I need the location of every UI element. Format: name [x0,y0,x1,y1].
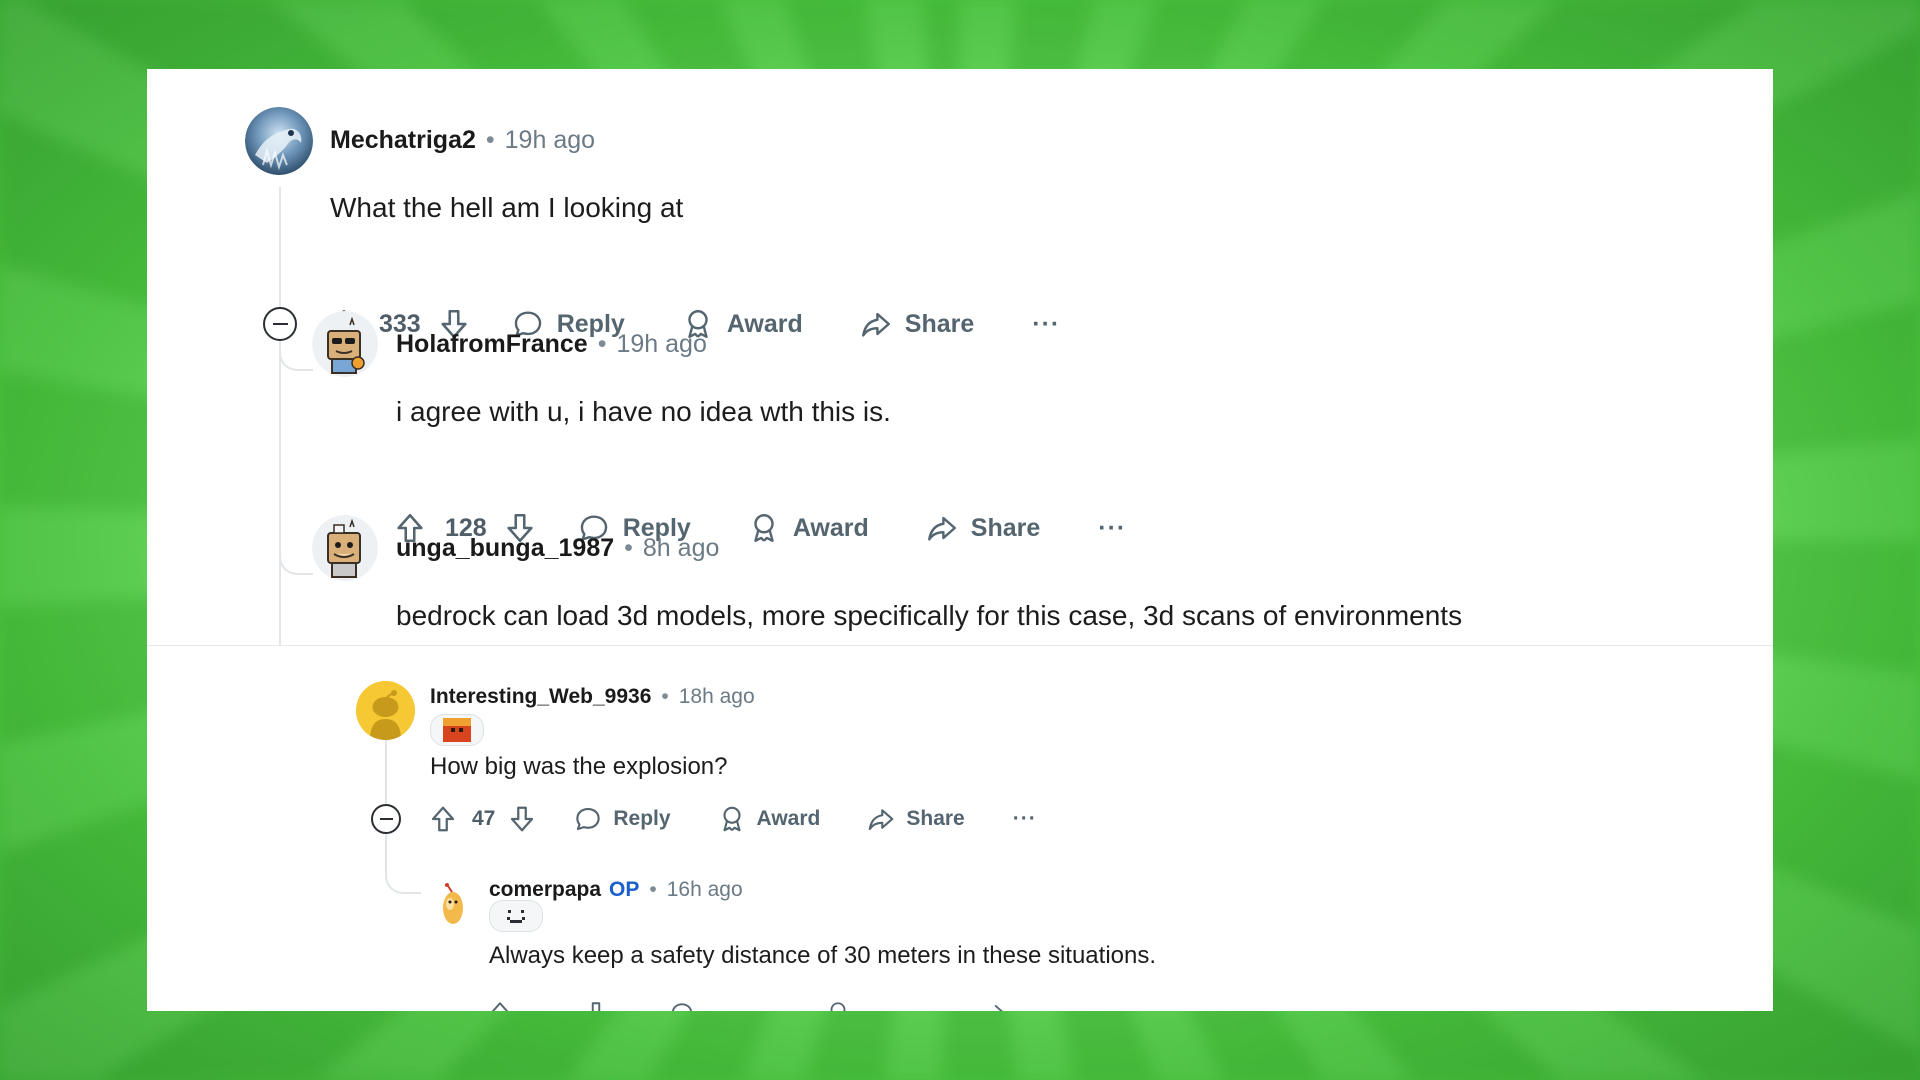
award-ribbon-icon [830,1002,846,1011]
username[interactable]: comerpapa [489,878,601,902]
downvote-arrow-icon [511,806,534,832]
op-badge: OP [609,878,640,901]
user-flair [430,714,484,746]
separator-dot: • [624,534,633,562]
award-label: Award [726,309,803,338]
dragon-avatar-icon [245,107,313,175]
box-robot-avatar-icon [312,515,378,581]
timestamp[interactable]: 19h ago [505,126,595,155]
avatar[interactable] [356,681,415,740]
share-label: Share [904,309,975,338]
separator-dot: • [661,685,669,708]
thread-line [279,187,281,645]
comment-screenshot-card: Mechatriga2 • 19h ago What the hell am I… [147,69,1773,1011]
tnt-block-icon [443,718,471,742]
award-label: Award [792,513,869,542]
avatar[interactable] [245,107,313,175]
upvote-arrow-icon [431,806,455,832]
vote-count: 47 [472,807,496,830]
downvote-button[interactable] [583,1000,609,1011]
downvote-arrow-icon [591,1002,601,1011]
comment-meta: Mechatriga2 • 19h ago [330,126,595,155]
avatar[interactable] [430,878,476,928]
reply-button[interactable]: Reply [573,804,671,834]
bean-character-avatar-icon [443,883,463,924]
share-button[interactable]: Share [859,307,974,341]
separator-dot: • [485,126,495,154]
share-button[interactable] [981,1000,1007,1011]
share-label: Share [970,513,1041,542]
downvote-button[interactable] [507,804,537,834]
comment-meta: comerpapa OP • 16h ago [489,878,743,902]
award-ribbon-icon [722,806,741,832]
comment-body: i agree with u, i have no idea wth this … [396,396,891,427]
comment-meta: Interesting_Web_9936 • 18h ago [430,685,755,709]
comment-body: How big was the explosion? [430,753,728,780]
thread-connector [279,347,313,371]
comment-body: Always keep a safety distance of 30 mete… [489,942,1157,969]
box-robot-avatar-icon [312,311,378,377]
more-options-button[interactable]: ··· [1032,310,1060,339]
comment-thread-top: Mechatriga2 • 19h ago What the hell am I… [147,69,1773,645]
timestamp[interactable]: 19h ago [616,330,706,359]
avatar[interactable] [312,515,378,581]
share-arrow-icon [927,516,956,541]
username[interactable]: Interesting_Web_9936 [430,685,651,709]
username[interactable]: unga_bunga_1987 [396,534,614,563]
upvote-button[interactable] [428,804,458,834]
separator-dot: • [597,330,607,358]
username[interactable]: Mechatriga2 [330,126,476,155]
share-arrow-icon [861,312,890,337]
avatar[interactable] [312,311,378,377]
share-button[interactable]: Share [866,804,965,834]
snoo-avatar-icon [356,681,415,740]
share-label: Share [906,807,965,830]
award-button[interactable] [825,1000,851,1011]
timestamp[interactable]: 8h ago [643,534,719,563]
award-button[interactable]: Award [717,804,821,834]
pixel-face-icon [507,910,525,923]
reply-button[interactable] [669,1000,695,1011]
upvote-arrow-icon [491,1002,509,1011]
comment-meta: unga_bunga_1987 • 8h ago [396,534,719,563]
username[interactable]: HolafromFrance [396,330,588,359]
separator-dot: • [649,878,657,901]
comment-actions-partial [487,998,1007,1011]
comment-actions: 47 Reply Award Share ··· [428,801,1037,837]
chat-bubble-icon [672,1003,692,1011]
reply-label: Reply [613,807,671,830]
share-button[interactable]: Share [925,511,1040,545]
comment-thread-bottom: Interesting_Web_9936 • 18h ago How big w… [147,646,1773,1011]
more-options-button[interactable]: ··· [1013,807,1037,831]
collapse-button[interactable] [263,307,297,341]
comment-body: What the hell am I looking at [330,192,684,223]
share-arrow-icon [994,1004,1003,1011]
comment-body: bedrock can load 3d models, more specifi… [396,600,1463,631]
user-flair [489,900,543,932]
comment-meta: HolafromFrance • 19h ago [396,330,707,359]
timestamp[interactable]: 18h ago [679,685,755,709]
award-ribbon-icon [754,514,774,542]
collapse-button[interactable] [371,804,401,834]
upvote-button[interactable] [487,1000,513,1011]
thread-connector [385,868,421,894]
thread-connector [279,551,313,575]
award-label: Award [756,807,821,830]
timestamp[interactable]: 16h ago [667,878,743,902]
share-arrow-icon [869,809,894,831]
award-button[interactable]: Award [747,511,869,545]
chat-bubble-icon [576,807,601,831]
more-options-button[interactable]: ··· [1098,514,1126,543]
